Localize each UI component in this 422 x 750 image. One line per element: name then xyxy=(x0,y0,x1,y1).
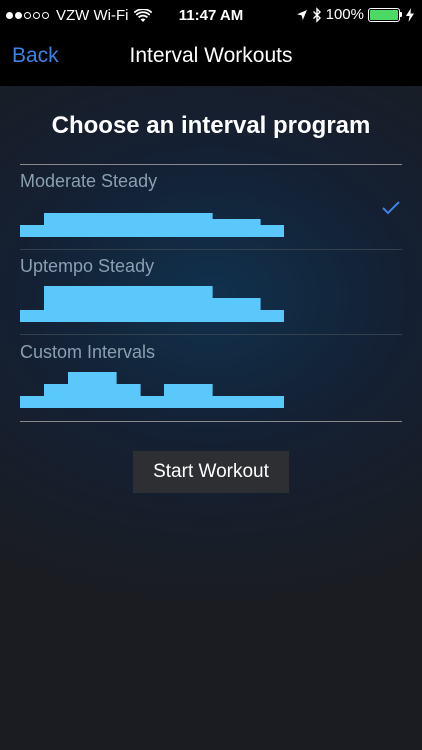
interval-bar xyxy=(188,384,213,408)
interval-bar xyxy=(260,225,284,237)
navigation-bar: Back Interval Workouts xyxy=(0,30,422,86)
interval-bar xyxy=(116,384,141,408)
interval-bar xyxy=(116,286,141,322)
interval-bar xyxy=(260,310,284,322)
checkmark-icon xyxy=(382,201,400,215)
interval-bar xyxy=(20,310,45,322)
interval-bar xyxy=(188,286,213,322)
bluetooth-icon xyxy=(312,6,321,23)
row-divider xyxy=(20,334,402,335)
program-name: Moderate Steady xyxy=(20,171,158,191)
interval-bar xyxy=(140,213,165,237)
interval-bar xyxy=(140,286,165,322)
interval-bar xyxy=(212,219,237,237)
program-name: Uptempo Steady xyxy=(20,256,155,276)
interval-bar xyxy=(116,213,141,237)
interval-bar xyxy=(92,372,117,408)
start-workout-button[interactable]: Start Workout xyxy=(133,451,289,493)
page-title: Interval Workouts xyxy=(129,44,293,67)
interval-bar xyxy=(44,213,69,237)
interval-bar xyxy=(92,213,117,237)
interval-bar xyxy=(236,298,261,322)
interval-bar xyxy=(20,225,45,237)
battery-percentage: 100% xyxy=(325,6,364,23)
interval-chart xyxy=(20,213,284,237)
program-row-custom-intervals[interactable]: Custom Intervals xyxy=(20,336,402,421)
interval-bar xyxy=(164,286,189,322)
status-bar: VZW Wi-Fi 11:47 AM 100% xyxy=(0,0,422,30)
interval-bar xyxy=(164,384,189,408)
interval-bar xyxy=(164,213,189,237)
interval-bar xyxy=(68,286,93,322)
interval-bar xyxy=(68,213,93,237)
interval-bar xyxy=(212,396,237,408)
location-arrow-icon xyxy=(296,9,307,20)
charging-bolt-icon xyxy=(406,7,414,22)
interval-bar xyxy=(68,372,93,408)
program-row-moderate-steady[interactable]: Moderate Steady xyxy=(20,165,402,250)
main-content: Choose an interval program Moderate Stea… xyxy=(0,86,422,750)
battery-icon xyxy=(368,7,402,22)
interval-chart xyxy=(20,372,284,408)
program-row-uptempo-steady[interactable]: Uptempo Steady xyxy=(20,250,402,335)
status-right: 100% xyxy=(292,6,414,23)
interval-bar xyxy=(140,396,165,408)
section-heading: Choose an interval program xyxy=(51,112,371,139)
interval-bar xyxy=(44,384,69,408)
interval-bar xyxy=(212,298,237,322)
interval-chart xyxy=(20,286,284,322)
interval-bar xyxy=(260,396,284,408)
list-divider-bottom xyxy=(20,421,402,422)
program-name: Custom Intervals xyxy=(20,342,156,362)
interval-bar xyxy=(188,213,213,237)
interval-bar xyxy=(236,219,261,237)
interval-bar xyxy=(44,286,69,322)
interval-bar xyxy=(92,286,117,322)
interval-bar xyxy=(20,396,45,408)
interval-bar xyxy=(236,396,261,408)
